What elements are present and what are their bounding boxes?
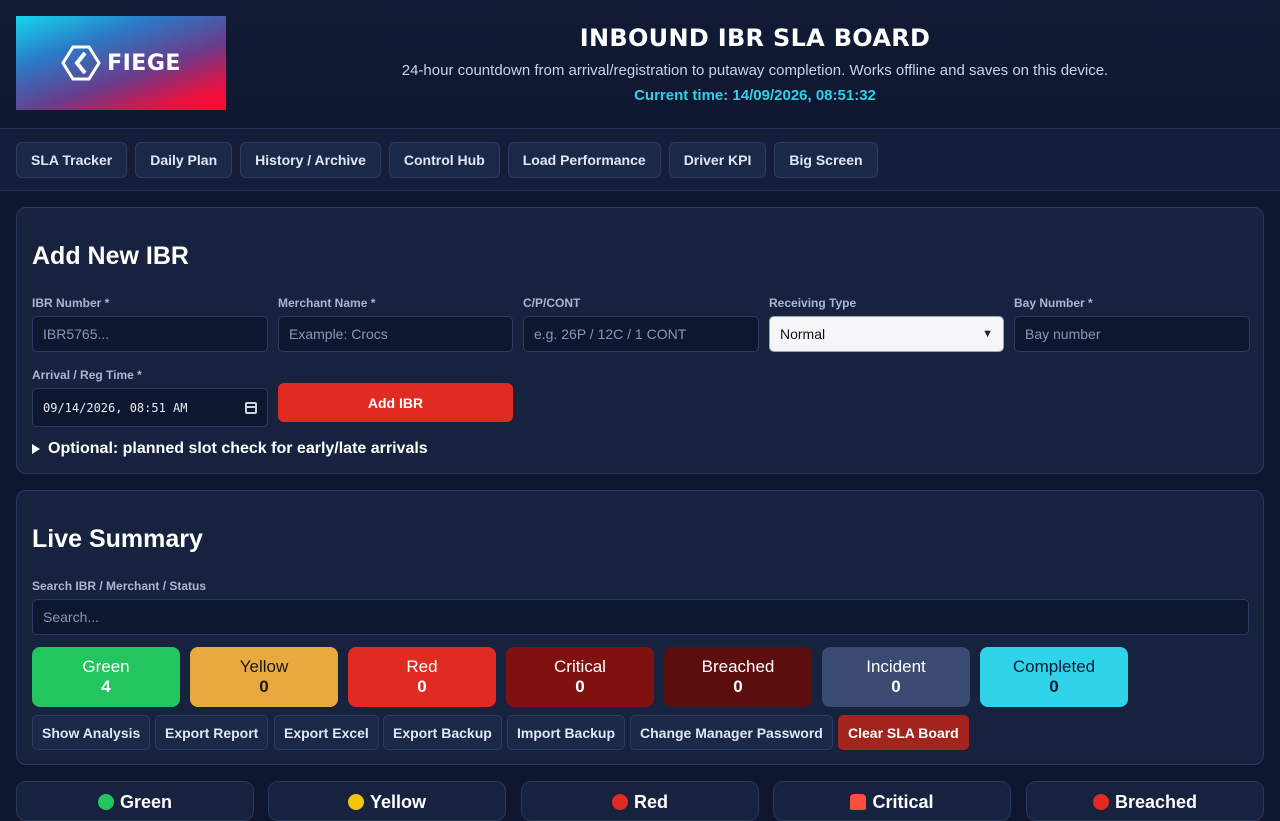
search-label: Search IBR / Merchant / Status: [32, 579, 207, 593]
stat-label: Yellow: [239, 657, 289, 676]
merchant-name-input[interactable]: Example: Crocs: [278, 316, 513, 352]
search-input[interactable]: Search...: [32, 599, 1249, 635]
stat-red[interactable]: Red 0: [348, 647, 496, 707]
receiving-type-select[interactable]: Normal ▼: [769, 316, 1004, 352]
red-circle-icon: [611, 794, 628, 810]
stat-label: Completed: [1012, 657, 1096, 676]
app-header: FIEGE INBOUND IBR SLA BOARD 24-hour coun…: [0, 0, 1280, 129]
stat-incident[interactable]: Incident 0: [822, 647, 970, 707]
logo-wordmark: FIEGE: [107, 50, 181, 76]
lane-critical: Critical: [773, 781, 1011, 821]
stat-label: Critical: [554, 657, 606, 676]
fiege-logo: FIEGE: [16, 16, 226, 110]
stat-value: 0: [417, 677, 427, 696]
lane-red: Red: [521, 781, 759, 821]
arrival-time-value: 09/14/2026, 08:51 AM: [43, 400, 188, 415]
receiving-type-field: Receiving Type Normal ▼: [769, 296, 1004, 352]
stat-value: 0: [733, 677, 743, 696]
disclosure-triangle-icon: [32, 444, 40, 454]
stat-label: Incident: [866, 657, 926, 676]
fiege-logo-icon: [61, 45, 101, 81]
receiving-type-value: Normal: [780, 326, 826, 342]
bay-number-input[interactable]: Bay number: [1014, 316, 1250, 352]
nav-load-performance[interactable]: Load Performance: [507, 141, 661, 178]
cpcont-field: C/P/CONT e.g. 26P / 12C / 1 CONT: [523, 296, 759, 352]
stat-label: Green: [82, 657, 130, 676]
lane-label: Yellow: [369, 792, 427, 812]
ibr-number-field: IBR Number * IBR5765...: [32, 296, 268, 352]
stat-label: Red: [406, 657, 438, 676]
stat-value: 0: [575, 677, 585, 696]
show-analysis-button[interactable]: Show Analysis: [32, 715, 151, 750]
live-summary-title: Live Summary: [32, 525, 203, 553]
bay-number-label: Bay Number *: [1014, 296, 1093, 310]
add-ibr-title: Add New IBR: [32, 242, 189, 270]
lane-yellow: Yellow: [268, 781, 506, 821]
stat-value: 0: [259, 677, 269, 696]
red-circle-icon: [1092, 794, 1109, 810]
nav-driver-kpi[interactable]: Driver KPI: [668, 141, 767, 178]
stat-critical[interactable]: Critical 0: [506, 647, 654, 707]
page-subtitle: 24-hour countdown from arrival/registrat…: [401, 62, 1109, 79]
nav-sla-tracker[interactable]: SLA Tracker: [16, 141, 128, 178]
optional-slot-label: Optional: planned slot check for early/l…: [48, 440, 428, 457]
siren-icon: [850, 794, 867, 810]
receiving-type-label: Receiving Type: [769, 296, 857, 310]
yellow-circle-icon: [347, 794, 364, 810]
ibr-number-label: IBR Number *: [32, 296, 110, 310]
stat-green[interactable]: Green 4: [32, 647, 180, 707]
import-backup-button[interactable]: Import Backup: [507, 715, 626, 750]
calendar-icon[interactable]: [245, 401, 257, 414]
lane-label: Critical: [872, 792, 934, 812]
nav-history-archive[interactable]: History / Archive: [240, 141, 381, 178]
arrival-time-field: Arrival / Reg Time * 09/14/2026, 08:51 A…: [32, 368, 268, 427]
nav-control-hub[interactable]: Control Hub: [388, 141, 500, 178]
lane-label: Red: [633, 792, 668, 812]
stat-yellow[interactable]: Yellow 0: [190, 647, 338, 707]
lane-breached: Breached: [1026, 781, 1264, 821]
merchant-name-field: Merchant Name * Example: Crocs: [278, 296, 513, 352]
export-report-button[interactable]: Export Report: [155, 715, 269, 750]
export-backup-button[interactable]: Export Backup: [383, 715, 502, 750]
current-time: Current time: 14/09/2026, 08:51:32: [634, 87, 876, 104]
change-manager-password-button[interactable]: Change Manager Password: [630, 715, 833, 750]
export-excel-button[interactable]: Export Excel: [274, 715, 379, 750]
arrival-time-label: Arrival / Reg Time *: [32, 368, 142, 382]
stat-completed[interactable]: Completed 0: [980, 647, 1128, 707]
cpcont-input[interactable]: e.g. 26P / 12C / 1 CONT: [523, 316, 759, 352]
arrival-time-input[interactable]: 09/14/2026, 08:51 AM: [32, 388, 268, 427]
merchant-name-label: Merchant Name *: [278, 296, 376, 310]
lane-green: Green: [16, 781, 254, 821]
stat-value: 4: [101, 677, 111, 696]
nav-daily-plan[interactable]: Daily Plan: [135, 141, 233, 178]
bay-number-field: Bay Number * Bay number: [1014, 296, 1250, 352]
stat-value: 0: [891, 677, 901, 696]
clear-sla-board-button[interactable]: Clear SLA Board: [838, 715, 969, 750]
nav-big-screen[interactable]: Big Screen: [774, 141, 878, 178]
lane-label: Green: [119, 792, 173, 812]
lane-label: Breached: [1114, 792, 1198, 812]
live-summary-panel: Live Summary Search IBR / Merchant / Sta…: [16, 490, 1264, 765]
optional-slot-toggle[interactable]: Optional: planned slot check for early/l…: [32, 440, 428, 458]
stat-value: 0: [1049, 677, 1059, 696]
green-circle-icon: [97, 794, 114, 810]
main-nav: SLA Tracker Daily Plan History / Archive…: [0, 129, 1280, 191]
cpcont-label: C/P/CONT: [523, 296, 581, 310]
page-title: INBOUND IBR SLA BOARD: [579, 24, 931, 52]
add-ibr-button[interactable]: Add IBR: [278, 383, 513, 422]
add-ibr-panel: Add New IBR IBR Number * IBR5765... Merc…: [16, 207, 1264, 474]
stat-breached[interactable]: Breached 0: [664, 647, 812, 707]
stat-label: Breached: [701, 657, 775, 676]
chevron-down-icon: ▼: [982, 328, 993, 340]
ibr-number-input[interactable]: IBR5765...: [32, 316, 268, 352]
